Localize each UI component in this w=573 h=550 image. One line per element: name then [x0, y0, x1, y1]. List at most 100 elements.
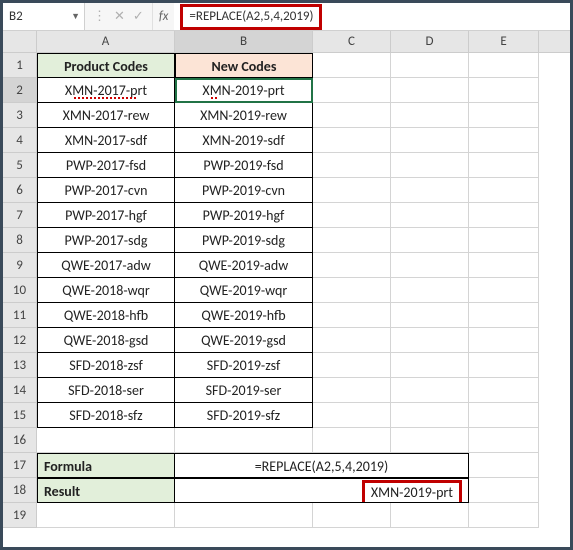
cell[interactable]: [313, 353, 391, 378]
result-value-cell[interactable]: XMN-2019-prt: [175, 478, 469, 503]
col-header-d[interactable]: D: [391, 31, 469, 52]
cell[interactable]: [175, 428, 313, 453]
cell[interactable]: [391, 178, 469, 203]
cell[interactable]: [391, 53, 469, 78]
cell[interactable]: [391, 78, 469, 103]
name-box[interactable]: B2 ▼: [3, 3, 85, 30]
row-header[interactable]: 19: [3, 503, 37, 528]
row-header[interactable]: 4: [3, 128, 37, 153]
cell[interactable]: SFD-2019-sfz: [175, 403, 313, 428]
cell[interactable]: [391, 203, 469, 228]
cell[interactable]: [391, 328, 469, 353]
cell[interactable]: [469, 228, 539, 253]
cell[interactable]: SFD-2018-sfz: [37, 403, 175, 428]
dropdown-icon[interactable]: ⋮: [93, 9, 106, 24]
fx-label[interactable]: fx: [153, 3, 175, 30]
cell[interactable]: QWE-2018-gsd: [37, 328, 175, 353]
cell[interactable]: [469, 278, 539, 303]
cell[interactable]: [313, 303, 391, 328]
cancel-icon[interactable]: ✕: [114, 9, 125, 24]
formula-label[interactable]: Formula: [37, 453, 175, 478]
header-product-codes[interactable]: Product Codes: [37, 53, 175, 78]
cell[interactable]: [391, 353, 469, 378]
cell[interactable]: [391, 503, 469, 528]
row-header[interactable]: 15: [3, 403, 37, 428]
cell[interactable]: [313, 503, 391, 528]
enter-icon[interactable]: ✓: [133, 9, 144, 24]
row-header[interactable]: 13: [3, 353, 37, 378]
cell-b2[interactable]: XMN-2019-prt: [175, 78, 313, 103]
cell[interactable]: [391, 153, 469, 178]
cell[interactable]: QWE-2018-hfb: [37, 303, 175, 328]
cell[interactable]: [313, 128, 391, 153]
cell[interactable]: [391, 303, 469, 328]
cell[interactable]: [469, 428, 539, 453]
formula-value[interactable]: =REPLACE(A2,5,4,2019): [175, 453, 469, 478]
cell[interactable]: [469, 328, 539, 353]
header-new-codes[interactable]: New Codes: [175, 53, 313, 78]
cell[interactable]: XMN-2019-sdf: [175, 128, 313, 153]
formula-bar[interactable]: =REPLACE(A2,5,4,2019): [174, 3, 570, 30]
cell[interactable]: [313, 403, 391, 428]
cell[interactable]: [313, 278, 391, 303]
col-header-b[interactable]: B: [175, 31, 313, 52]
cell[interactable]: [469, 153, 539, 178]
cell[interactable]: [469, 478, 539, 503]
cell[interactable]: SFD-2019-ser: [175, 378, 313, 403]
cell[interactable]: [313, 253, 391, 278]
cell[interactable]: QWE-2019-adw: [175, 253, 313, 278]
cell[interactable]: [313, 228, 391, 253]
row-header[interactable]: 17: [3, 453, 37, 478]
cell[interactable]: [313, 378, 391, 403]
cell[interactable]: [313, 428, 391, 453]
cell[interactable]: [391, 103, 469, 128]
cell[interactable]: [313, 203, 391, 228]
col-header-e[interactable]: E: [469, 31, 539, 52]
row-header[interactable]: 3: [3, 103, 37, 128]
cell[interactable]: [391, 403, 469, 428]
row-header[interactable]: 11: [3, 303, 37, 328]
cell[interactable]: [391, 128, 469, 153]
col-header-c[interactable]: C: [313, 31, 391, 52]
name-box-dropdown-icon[interactable]: ▼: [71, 11, 80, 22]
cell[interactable]: [469, 378, 539, 403]
col-header-a[interactable]: A: [37, 31, 175, 52]
cell[interactable]: [37, 503, 175, 528]
cell[interactable]: XMN-2017-sdf: [37, 128, 175, 153]
cell[interactable]: PWP-2017-hgf: [37, 203, 175, 228]
cell-a2[interactable]: XMN-2017-prt: [37, 78, 175, 103]
cell[interactable]: [175, 503, 313, 528]
cell[interactable]: [469, 178, 539, 203]
cell[interactable]: [313, 178, 391, 203]
cell[interactable]: [391, 428, 469, 453]
cell[interactable]: [313, 328, 391, 353]
row-header[interactable]: 5: [3, 153, 37, 178]
cell[interactable]: [391, 253, 469, 278]
cell[interactable]: [313, 153, 391, 178]
row-header[interactable]: 10: [3, 278, 37, 303]
cell[interactable]: QWE-2018-wqr: [37, 278, 175, 303]
row-header[interactable]: 16: [3, 428, 37, 453]
cell[interactable]: [469, 353, 539, 378]
cell[interactable]: XMN-2019-rew: [175, 103, 313, 128]
cell[interactable]: [313, 78, 391, 103]
cell[interactable]: XMN-2017-rew: [37, 103, 175, 128]
cell[interactable]: [469, 53, 539, 78]
cell[interactable]: [469, 253, 539, 278]
cell[interactable]: SFD-2018-zsf: [37, 353, 175, 378]
cell[interactable]: [469, 203, 539, 228]
row-header[interactable]: 8: [3, 228, 37, 253]
row-header[interactable]: 6: [3, 178, 37, 203]
cell[interactable]: PWP-2019-hgf: [175, 203, 313, 228]
cell[interactable]: QWE-2017-adw: [37, 253, 175, 278]
cell[interactable]: [469, 78, 539, 103]
cell[interactable]: SFD-2018-ser: [37, 378, 175, 403]
select-all-corner[interactable]: [3, 31, 37, 52]
row-header[interactable]: 1: [3, 53, 37, 78]
cell[interactable]: [469, 403, 539, 428]
row-header[interactable]: 7: [3, 203, 37, 228]
cell[interactable]: [313, 103, 391, 128]
cell[interactable]: QWE-2019-gsd: [175, 328, 313, 353]
row-header[interactable]: 14: [3, 378, 37, 403]
cell[interactable]: PWP-2019-sdg: [175, 228, 313, 253]
